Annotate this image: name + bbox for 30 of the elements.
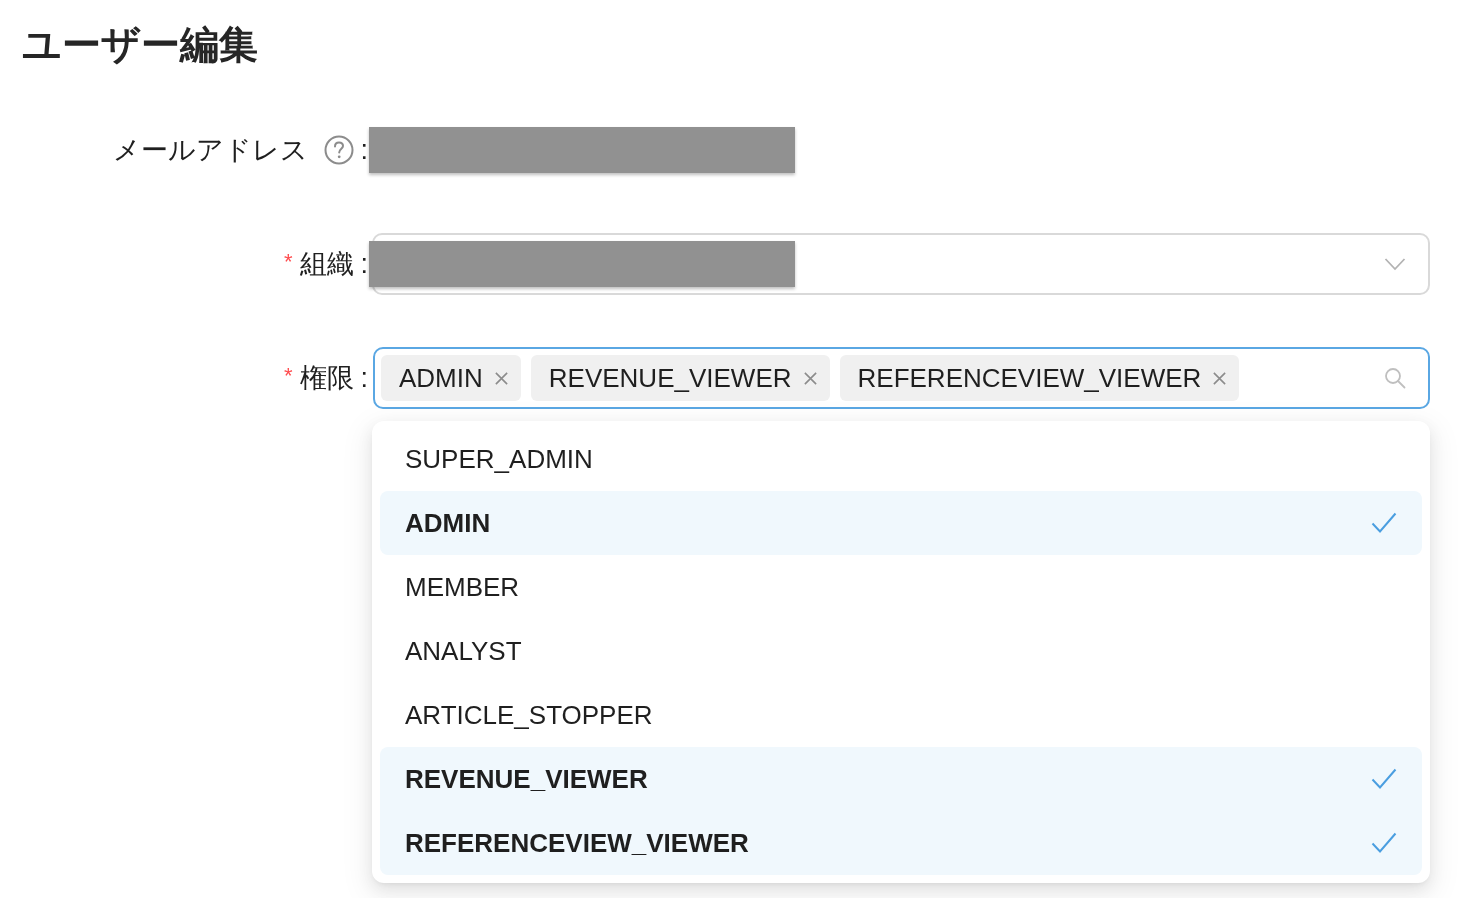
dropdown-option[interactable]: REFERENCEVIEW_VIEWER [380, 811, 1422, 875]
dropdown-option[interactable]: REVENUE_VIEWER [380, 747, 1422, 811]
label-colon: : [360, 134, 368, 167]
field-label: 権限 [300, 362, 355, 395]
select-field[interactable] [372, 233, 1430, 295]
search-icon [1384, 367, 1406, 389]
checkmark-icon [1371, 768, 1397, 790]
field-label: 組織 [300, 248, 355, 281]
multi-select-field[interactable]: ADMIN REVENUE_VIEWER REFERENCEVIEW_VIEWER [373, 347, 1430, 409]
dropdown-option[interactable]: ADMIN [380, 491, 1422, 555]
close-icon[interactable] [802, 370, 818, 386]
field-label: メールアドレス [113, 134, 309, 167]
help-icon[interactable] [324, 135, 355, 165]
role-name: REVENUE_VIEWER [548, 362, 792, 394]
dropdown-option[interactable]: ARTICLE_STOPPER [380, 683, 1422, 747]
close-icon[interactable] [1212, 370, 1228, 386]
required-asterisk: * [283, 251, 293, 273]
page-title: ユーザー編集 [22, 22, 258, 68]
checkmark-icon [1371, 512, 1397, 534]
role-name: ADMIN [399, 362, 483, 394]
close-icon[interactable] [493, 370, 509, 386]
required-asterisk: * [283, 365, 293, 387]
label-colon: : [360, 362, 368, 395]
dropdown-option[interactable]: SUPER_ADMIN [380, 427, 1422, 491]
label-colon: : [360, 248, 368, 281]
dropdown-option[interactable]: MEMBER [380, 555, 1422, 619]
chevron-down-icon [1384, 257, 1406, 271]
role-name: REFERENCEVIEW_VIEWER [857, 362, 1202, 394]
checkmark-icon [1371, 832, 1397, 854]
dropdown-option[interactable]: ANALYST [380, 619, 1422, 683]
